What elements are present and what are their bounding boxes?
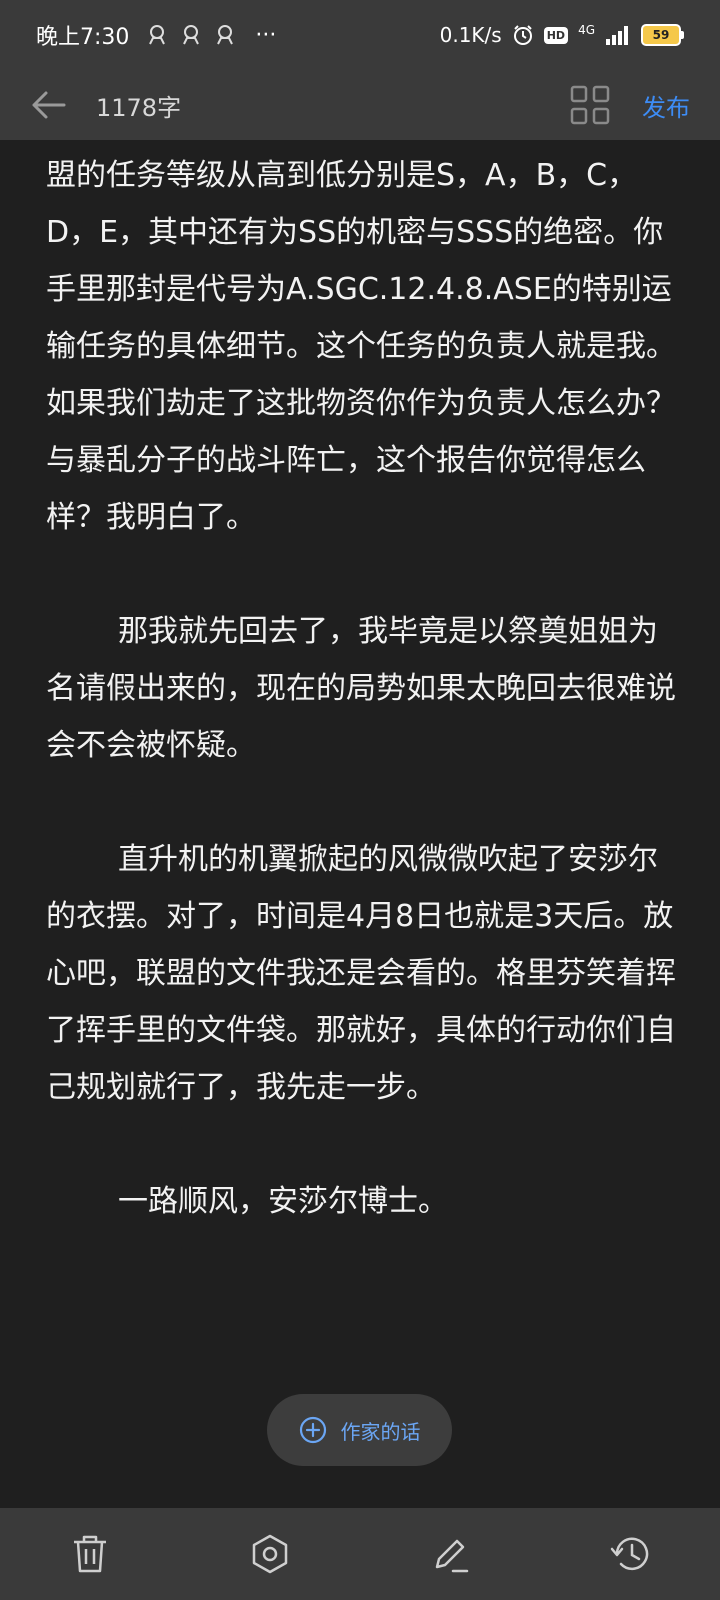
- back-arrow-icon[interactable]: [30, 90, 66, 120]
- settings-button[interactable]: [230, 1514, 310, 1594]
- trash-icon: [74, 1535, 106, 1573]
- edit-button[interactable]: [410, 1514, 490, 1594]
- hexagon-settings-icon: [252, 1534, 288, 1574]
- notification-icons: ···: [147, 23, 276, 48]
- pen-edit-icon: [435, 1539, 469, 1573]
- paragraph[interactable]: 一路顺风，安莎尔博士。: [46, 1173, 676, 1230]
- hd-badge: HD: [543, 26, 569, 44]
- notification-icon: [149, 25, 166, 45]
- network-type: 4G: [578, 23, 595, 37]
- battery-icon: 59: [641, 24, 684, 46]
- paragraph[interactable]: 那我就先回去了，我毕竟是以祭奠姐姐为名请假出来的，现在的局势如果太晚回去很难说会…: [46, 603, 676, 774]
- delete-button[interactable]: [50, 1514, 130, 1594]
- more-notifications: ···: [255, 22, 277, 48]
- word-count: 1178字: [96, 93, 182, 122]
- history-icon: [610, 1537, 649, 1571]
- notification-icon: [183, 25, 200, 45]
- bottom-toolbar: [0, 1508, 720, 1600]
- author-note-button[interactable]: 作家的话: [267, 1394, 452, 1466]
- grid-layout-icon[interactable]: [570, 85, 610, 125]
- publish-button[interactable]: 发布: [642, 88, 690, 123]
- paragraph[interactable]: 盟的任务等级从高到低分别是S，A，B，C，D，E，其中还有为SS的机密与SSS的…: [46, 147, 676, 546]
- status-bar: 晚上7:30 ··· 0.1K/s HD 4G 59: [0, 0, 720, 70]
- author-note-label: 作家的话: [340, 1419, 421, 1444]
- history-button[interactable]: [590, 1514, 670, 1594]
- top-bar: 1178字 发布: [0, 70, 720, 140]
- battery-level: 59: [641, 24, 681, 46]
- paragraph[interactable]: 直升机的机翼掀起的风微微吹起了安莎尔的衣摆。对了，时间是4月8日也就是3天后。放…: [46, 831, 676, 1116]
- editor-content[interactable]: 盟的任务等级从高到低分别是S，A，B，C，D，E，其中还有为SS的机密与SSS的…: [46, 147, 676, 1230]
- alarm-icon: [513, 25, 532, 45]
- signal-icon: [606, 26, 628, 45]
- add-circle-icon: [299, 1416, 326, 1444]
- notification-icon: [217, 25, 234, 45]
- status-time: 晚上7:30: [36, 25, 130, 50]
- network-speed: 0.1K/s: [439, 23, 502, 47]
